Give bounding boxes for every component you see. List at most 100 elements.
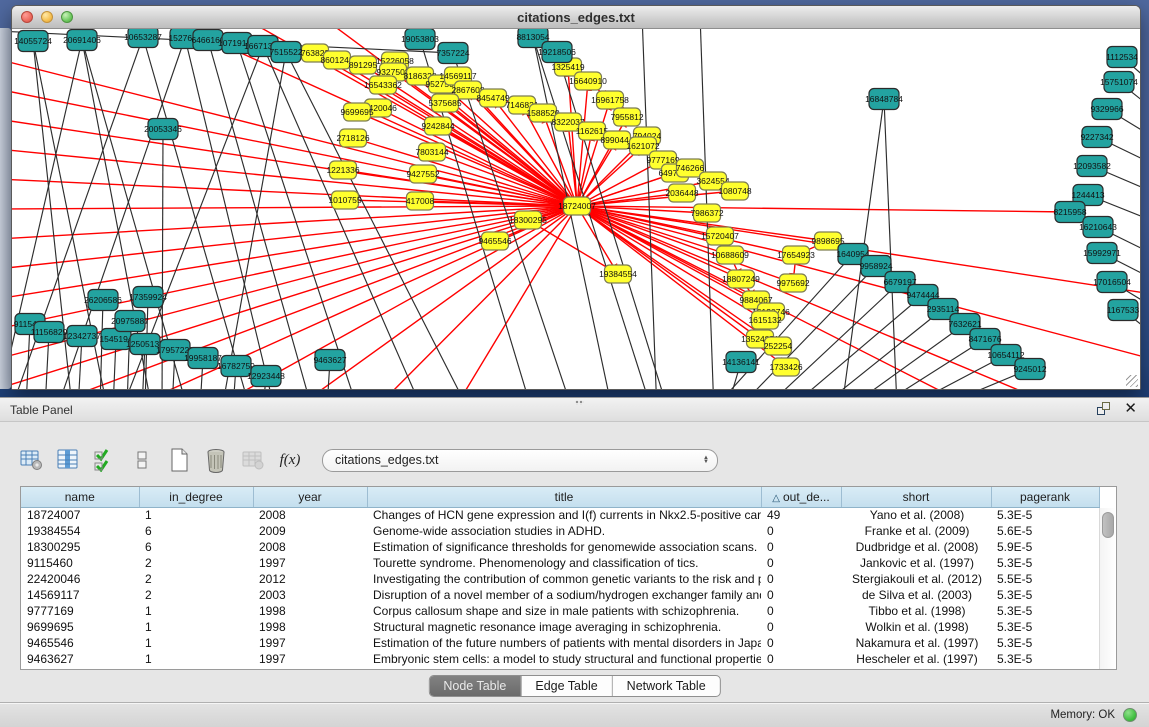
- column-header-name[interactable]: name: [21, 487, 139, 507]
- graph-node[interactable]: 1167533: [1107, 300, 1140, 321]
- network-canvas[interactable]: 1872400776382286012488912951522605893275…: [12, 29, 1140, 389]
- graph-node[interactable]: 19218506: [538, 42, 576, 63]
- graph-edge[interactable]: [222, 52, 286, 389]
- graph-node[interactable]: 5375685: [428, 94, 461, 112]
- graph-node[interactable]: 20975887: [111, 311, 149, 332]
- column-header-in_degree[interactable]: in_degree: [139, 487, 253, 507]
- graph-node[interactable]: 9699695: [340, 103, 373, 121]
- table-scrollbar-thumb[interactable]: [1102, 512, 1114, 538]
- tab-edge-table[interactable]: Edge Table: [521, 676, 612, 696]
- graph-node[interactable]: 18724007: [558, 197, 596, 215]
- graph-node[interactable]: 10653287: [124, 29, 162, 48]
- column-header-title[interactable]: title: [367, 487, 761, 507]
- graph-node[interactable]: 7515522: [269, 42, 302, 63]
- graph-edge[interactable]: [237, 43, 357, 389]
- graph-node[interactable]: 9463627: [313, 350, 346, 371]
- window-resize-grip[interactable]: [1126, 375, 1138, 387]
- graph-edge[interactable]: [12, 206, 577, 209]
- graph-node[interactable]: 17359924: [129, 287, 167, 308]
- table-row[interactable]: 969969511998Structural magnetic resonanc…: [21, 619, 1099, 635]
- graph-node[interactable]: 891295: [349, 56, 378, 74]
- graph-node[interactable]: 17016504: [1093, 272, 1131, 293]
- graph-node[interactable]: 15751074: [1100, 72, 1138, 93]
- graph-node[interactable]: 12342737: [63, 326, 101, 347]
- graph-node[interactable]: 12923448: [247, 366, 285, 387]
- table-row[interactable]: 2242004622012Investigating the contribut…: [21, 571, 1099, 587]
- graph-node[interactable]: 26206586: [84, 290, 122, 311]
- graph-node[interactable]: 7803144: [415, 143, 448, 161]
- graph-node[interactable]: 1112534: [1106, 47, 1138, 68]
- graph-node[interactable]: 9242844: [421, 117, 454, 135]
- graph-node[interactable]: 11156829: [31, 322, 68, 343]
- graph-edge[interactable]: [577, 206, 1070, 212]
- network-window-titlebar[interactable]: citations_edges.txt: [12, 6, 1140, 29]
- graph-node[interactable]: 19053803: [401, 29, 439, 50]
- graph-node[interactable]: 1221336: [326, 161, 359, 179]
- table-settings-icon[interactable]: [18, 447, 44, 473]
- graph-node[interactable]: 9245012: [1013, 359, 1046, 380]
- table-row[interactable]: 1456911722003Disruption of a novel membe…: [21, 587, 1099, 603]
- graph-node[interactable]: 16640910: [569, 72, 607, 90]
- function-builder-icon[interactable]: f(x): [277, 447, 303, 473]
- graph-node[interactable]: 16543362: [364, 76, 402, 94]
- table-row[interactable]: 1938455462009Genome-wide association stu…: [21, 523, 1099, 539]
- import-table-icon[interactable]: [240, 447, 266, 473]
- table-scrollbar[interactable]: [1099, 508, 1116, 669]
- graph-node[interactable]: 417008: [406, 192, 435, 210]
- graph-edge[interactable]: [353, 138, 577, 206]
- table-selector-dropdown[interactable]: citations_edges.txt ▲▼: [322, 449, 718, 472]
- table-row[interactable]: 977716911998Corpus callosum shape and si…: [21, 603, 1099, 619]
- column-header-out_de[interactable]: △out_de...: [761, 487, 841, 507]
- graph-node[interactable]: 16848784: [865, 89, 903, 110]
- graph-node[interactable]: 16210643: [1079, 217, 1117, 238]
- citation-network-graph[interactable]: 1872400776382286012488912951522605893275…: [12, 29, 1140, 389]
- graph-node[interactable]: 20691406: [63, 30, 101, 51]
- close-panel-icon[interactable]: ✕: [1124, 402, 1137, 415]
- graph-edge[interactable]: [208, 40, 312, 389]
- row-checks-icon[interactable]: [92, 447, 118, 473]
- table-row[interactable]: 1830029562008Estimation of significance …: [21, 539, 1099, 555]
- graph-node[interactable]: 18300295: [509, 211, 547, 229]
- graph-node[interactable]: 1733426: [769, 358, 802, 376]
- graph-edge[interactable]: [884, 99, 897, 389]
- column-header-short[interactable]: short: [841, 487, 991, 507]
- graph-node[interactable]: 12093582: [1073, 156, 1111, 177]
- graph-node[interactable]: 2718126: [336, 129, 369, 147]
- table-row[interactable]: 1872400712008Changes of HCN gene express…: [21, 507, 1099, 523]
- graph-node[interactable]: 1615132: [748, 311, 781, 329]
- rows-icon[interactable]: [129, 447, 155, 473]
- table-row[interactable]: 946362711997Embryonic stem cells: a mode…: [21, 651, 1099, 667]
- graph-node[interactable]: 7357224: [436, 43, 469, 64]
- graph-node[interactable]: 9427552: [406, 165, 439, 183]
- column-header-year[interactable]: year: [253, 487, 367, 507]
- graph-node[interactable]: 17654923: [777, 246, 815, 264]
- tab-node-table[interactable]: Node Table: [429, 676, 521, 696]
- graph-node[interactable]: 9975692: [776, 274, 809, 292]
- graph-node[interactable]: 15992971: [1083, 243, 1121, 264]
- graph-node[interactable]: 7986372: [690, 204, 723, 222]
- table-row[interactable]: 946554611997Estimation of the future num…: [21, 635, 1099, 651]
- graph-node[interactable]: 7955812: [610, 108, 643, 126]
- table-row[interactable]: 911546021997Tourette syndrome. Phenomeno…: [21, 555, 1099, 571]
- graph-node[interactable]: 15720407: [701, 227, 739, 245]
- graph-edge[interactable]: [812, 309, 943, 389]
- collapsed-panel-edge[interactable]: [0, 28, 11, 389]
- graph-node[interactable]: 18807249: [722, 270, 760, 288]
- graph-node[interactable]: 9227342: [1080, 127, 1113, 148]
- graph-node[interactable]: 19384554: [599, 265, 637, 283]
- graph-node[interactable]: 20053346: [144, 119, 182, 140]
- graph-edge[interactable]: [840, 324, 965, 389]
- graph-node[interactable]: 9329966: [1090, 99, 1123, 120]
- graph-node[interactable]: 1080748: [718, 182, 751, 200]
- column-select-icon[interactable]: [55, 447, 81, 473]
- graph-node[interactable]: 10688609: [711, 246, 749, 264]
- float-window-icon[interactable]: [1097, 402, 1110, 415]
- network-window[interactable]: citations_edges.txt 18724007763822860124…: [11, 5, 1141, 390]
- column-header-pagerank[interactable]: pagerank: [991, 487, 1099, 507]
- graph-node[interactable]: 252254: [764, 337, 793, 355]
- graph-node[interactable]: 16961758: [591, 91, 629, 109]
- graph-node[interactable]: 8215958: [1053, 202, 1086, 223]
- graph-node[interactable]: 14136141: [722, 352, 760, 373]
- delete-column-icon[interactable]: [203, 447, 229, 473]
- new-column-icon[interactable]: [166, 447, 192, 473]
